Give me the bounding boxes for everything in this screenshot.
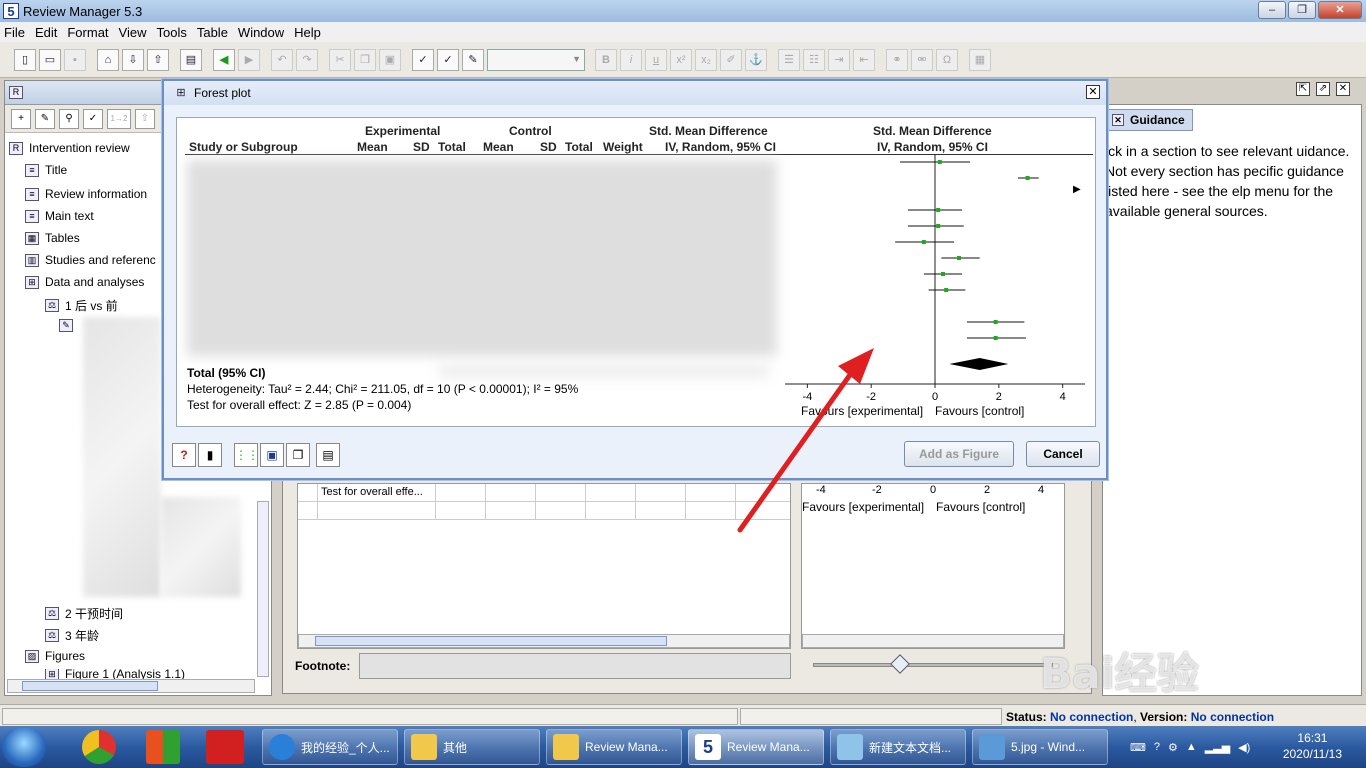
baidu-watermark-logo: Bai经验 (1040, 649, 1199, 698)
task-image-viewer[interactable]: 5.jpg - Wind... (972, 729, 1108, 765)
clock-date: 2020/11/13 (1282, 747, 1342, 761)
image-viewer-icon (979, 734, 1005, 760)
help-tray-icon[interactable]: ? (1154, 741, 1160, 753)
task-folder[interactable]: 其他 (404, 729, 540, 765)
status-segment (2, 708, 738, 725)
keyboard-icon[interactable]: ⌨ (1130, 741, 1146, 754)
task-notepad[interactable]: 新建文本文档... (830, 729, 966, 765)
notepad-icon (837, 734, 863, 760)
folder-icon (553, 734, 579, 760)
task-review-manager-folder[interactable]: Review Mana... (546, 729, 682, 765)
task-sogou[interactable]: 我的经验_个人... (262, 729, 398, 765)
clock[interactable]: 16:31 2020/11/13 (1283, 730, 1342, 762)
status-segment (740, 708, 1002, 725)
folder-icon (411, 734, 437, 760)
office-pinned-icon[interactable] (146, 730, 180, 764)
tray-icon[interactable]: ⚙ (1168, 741, 1178, 754)
connection-status: No connection (1050, 710, 1134, 724)
youdao-pinned-icon[interactable] (206, 730, 244, 764)
show-hidden-icon[interactable]: ▲ (1186, 741, 1197, 753)
system-tray: ⌨ ? ⚙ ▲ ▂▃▅ ◀) (1130, 730, 1250, 764)
sogou-icon (269, 734, 295, 760)
volume-icon[interactable]: ◀) (1238, 741, 1250, 754)
version-status: No connection (1190, 710, 1275, 724)
task-review-manager[interactable]: 5 Review Mana... (688, 729, 824, 765)
status-bar: Status: No connection, Version: No conne… (0, 704, 1366, 726)
revman-icon: 5 (695, 734, 721, 760)
network-icon[interactable]: ▂▃▅ (1205, 741, 1230, 754)
start-button[interactable] (2, 727, 46, 767)
status-text: Status: No connection, Version: No conne… (1006, 710, 1275, 724)
taskbar: 我的经验_个人... 其他 Review Mana... 5 Review Man… (0, 726, 1366, 768)
browser-pinned-icon[interactable] (82, 730, 116, 764)
clock-time: 16:31 (1297, 731, 1328, 745)
